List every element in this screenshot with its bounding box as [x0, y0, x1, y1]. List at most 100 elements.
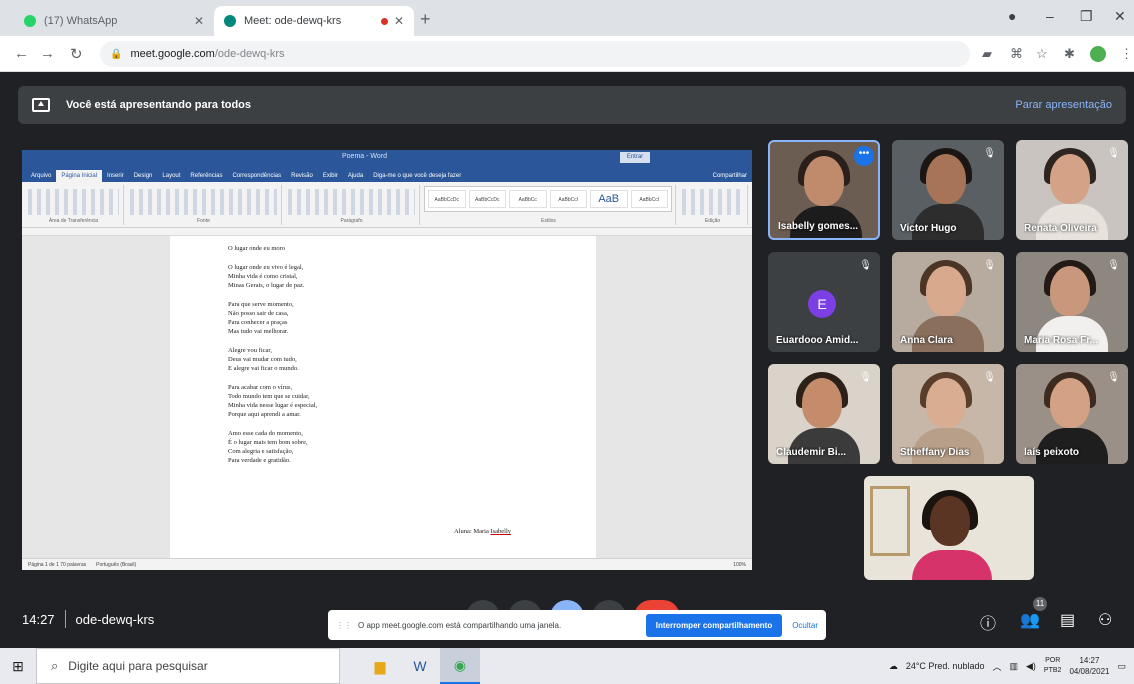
word-share-button[interactable]: Compartilhar	[708, 173, 752, 182]
lock-icon: 🔒	[110, 48, 123, 60]
style-heading-2[interactable]: AaBbCcI	[549, 190, 587, 208]
tray-chevron-icon[interactable]: ︿	[992, 660, 1001, 673]
bookmark-star-icon[interactable]: ☆	[1036, 46, 1048, 62]
styles-gallery[interactable]: AaBbCcDc AaBbCcDc AaBbCc AaBbCcI AaB AaB…	[424, 186, 672, 212]
profile-menu-icon[interactable]: ●	[1008, 8, 1016, 24]
camera-icon[interactable]: ▰	[982, 46, 992, 62]
participant-tile[interactable]: 🎙 Maria Rosa Fr...	[1016, 252, 1128, 352]
close-window-button[interactable]: ✕	[1114, 8, 1126, 25]
tab-whatsapp[interactable]: (17) WhatsApp ✕	[14, 6, 214, 36]
taskbar-search-box[interactable]: ⌕ Digite aqui para pesquisar	[36, 648, 340, 684]
word-tab-mailings[interactable]: Correspondências	[227, 173, 286, 182]
word-tab-view[interactable]: Exibir	[318, 173, 343, 182]
participant-video	[804, 156, 844, 206]
translate-icon[interactable]: ⌘	[1010, 46, 1023, 62]
participant-name: Victor Hugo	[900, 223, 957, 234]
poem-author: Aluna: Maria Isabelly	[454, 528, 512, 535]
activities-icon[interactable]: ⚇	[1098, 610, 1112, 630]
document-page[interactable]: O lugar onde eu moro O lugar onde eu viv…	[170, 236, 596, 558]
word-tab-insert[interactable]: Inserir	[102, 173, 129, 182]
participant-tile[interactable]: 🎙 laís peixoto	[1016, 364, 1128, 464]
participant-tile[interactable]: ••• Isabelly gomes...	[768, 140, 880, 240]
paragraph-icons[interactable]	[288, 189, 415, 215]
word-menu-tabs: Arquivo Página Inicial Inserir Design La…	[22, 166, 752, 182]
new-tab-button[interactable]: +	[420, 9, 431, 30]
participant-video	[802, 378, 842, 428]
participant-name: Anna Clara	[900, 335, 953, 346]
word-signin-button[interactable]: Entrar	[620, 152, 650, 163]
participant-tile[interactable]: 🎙 Victor Hugo	[892, 140, 1004, 240]
more-options-icon[interactable]: •••	[854, 146, 874, 166]
style-normal[interactable]: AaBbCcDc	[428, 190, 466, 208]
chat-icon[interactable]: ▤	[1060, 610, 1075, 630]
word-tab-home[interactable]: Página Inicial	[56, 170, 103, 182]
meeting-code[interactable]: ode-dewq-krs	[76, 612, 155, 627]
url-host: meet.google.com	[130, 48, 215, 60]
participant-tile[interactable]: 🎙 Claudemir Bi...	[768, 364, 880, 464]
profile-avatar[interactable]	[1090, 46, 1106, 62]
notifications-icon[interactable]: ▭	[1117, 661, 1126, 672]
presenting-message: Você está apresentando para todos	[66, 99, 252, 111]
mic-muted-icon: 🎙	[983, 372, 996, 383]
participant-tile[interactable]: 🎙 Renata Oliveira	[1016, 140, 1128, 240]
maximize-button[interactable]: ❐	[1080, 8, 1093, 25]
close-tab-icon[interactable]: ✕	[194, 14, 204, 28]
hide-notice-button[interactable]: Ocultar	[792, 621, 818, 630]
ribbon-group-clipboard: Área de Transferência	[24, 185, 124, 225]
taskbar-clock[interactable]: 14:27 04/08/2021	[1069, 655, 1109, 677]
meeting-details-icon[interactable]: ⓘ	[980, 610, 996, 634]
style-no-spacing[interactable]: AaBbCcDc	[468, 190, 506, 208]
reload-button[interactable]: ↻	[70, 45, 83, 63]
word-taskbar-icon[interactable]: W	[400, 648, 440, 684]
self-video-face	[930, 496, 970, 546]
close-tab-icon[interactable]: ✕	[394, 14, 404, 28]
mic-muted-icon: 🎙	[983, 260, 996, 271]
word-tab-review[interactable]: Revisão	[286, 173, 318, 182]
participant-name: Isabelly gomes...	[778, 221, 859, 232]
word-zoom[interactable]: 100%	[733, 562, 746, 568]
input-language[interactable]: POR PTB2	[1044, 656, 1062, 676]
present-screen-icon	[32, 98, 50, 112]
drag-handle-icon[interactable]: ⋮⋮	[336, 621, 352, 630]
style-subtitle[interactable]: AaBbCcI	[630, 190, 668, 208]
tab-meet[interactable]: Meet: ode-dewq-krs ✕	[214, 6, 414, 36]
extensions-icon[interactable]: ✱	[1064, 46, 1075, 62]
participant-video	[926, 378, 966, 428]
word-tab-file[interactable]: Arquivo	[26, 173, 56, 182]
forward-button[interactable]: →	[40, 45, 55, 62]
participant-video	[1050, 154, 1090, 204]
people-icon[interactable]: 👥	[1020, 610, 1040, 630]
word-language[interactable]: Português (Brasil)	[96, 562, 136, 568]
weather-icon[interactable]: ☁	[889, 661, 898, 672]
self-view-tile[interactable]	[864, 476, 1034, 580]
participant-tile[interactable]: 🎙 Anna Clara	[892, 252, 1004, 352]
word-tab-references[interactable]: Referências	[185, 173, 227, 182]
editing-icons[interactable]	[682, 189, 743, 215]
stop-sharing-button[interactable]: Interromper compartilhamento	[645, 613, 783, 637]
font-icons[interactable]	[130, 189, 277, 215]
url-field[interactable]: 🔒 meet.google.com /ode-dewq-krs	[100, 41, 970, 67]
windows-start-icon[interactable]: ⊞	[0, 648, 36, 684]
style-title[interactable]: AaB	[590, 190, 628, 208]
word-tab-layout[interactable]: Layout	[157, 173, 185, 182]
participant-video	[1050, 266, 1090, 316]
participant-tile[interactable]: E 🎙 Euardooo Amid...	[768, 252, 880, 352]
file-explorer-icon[interactable]: ▆	[360, 648, 400, 684]
word-tell-me[interactable]: Diga-me o que você deseja fazer	[368, 173, 466, 182]
word-tab-design[interactable]: Design	[129, 173, 158, 182]
shared-word-window: Poema - Word Entrar Arquivo Página Inici…	[22, 150, 752, 570]
weather-text[interactable]: 24°C Pred. nublado	[906, 661, 985, 671]
chrome-menu-icon[interactable]: ⋮	[1120, 46, 1133, 62]
back-button[interactable]: ←	[14, 45, 29, 62]
clipboard-icons[interactable]	[28, 189, 119, 215]
volume-icon[interactable]: ◀)	[1026, 661, 1036, 672]
chrome-taskbar-icon[interactable]: ◉	[440, 648, 480, 684]
network-icon[interactable]: ▥	[1009, 661, 1018, 672]
participant-tile[interactable]: 🎙 Stheffany Dias	[892, 364, 1004, 464]
word-tab-help[interactable]: Ajuda	[343, 173, 368, 182]
word-page-count: Página 1 de 1 70 palavras	[28, 561, 87, 568]
style-heading-1[interactable]: AaBbCc	[509, 190, 547, 208]
stop-presenting-button[interactable]: Parar apresentação	[1015, 99, 1112, 111]
minimize-button[interactable]: –	[1046, 8, 1054, 24]
word-document-canvas: O lugar onde eu moro O lugar onde eu viv…	[22, 236, 752, 558]
